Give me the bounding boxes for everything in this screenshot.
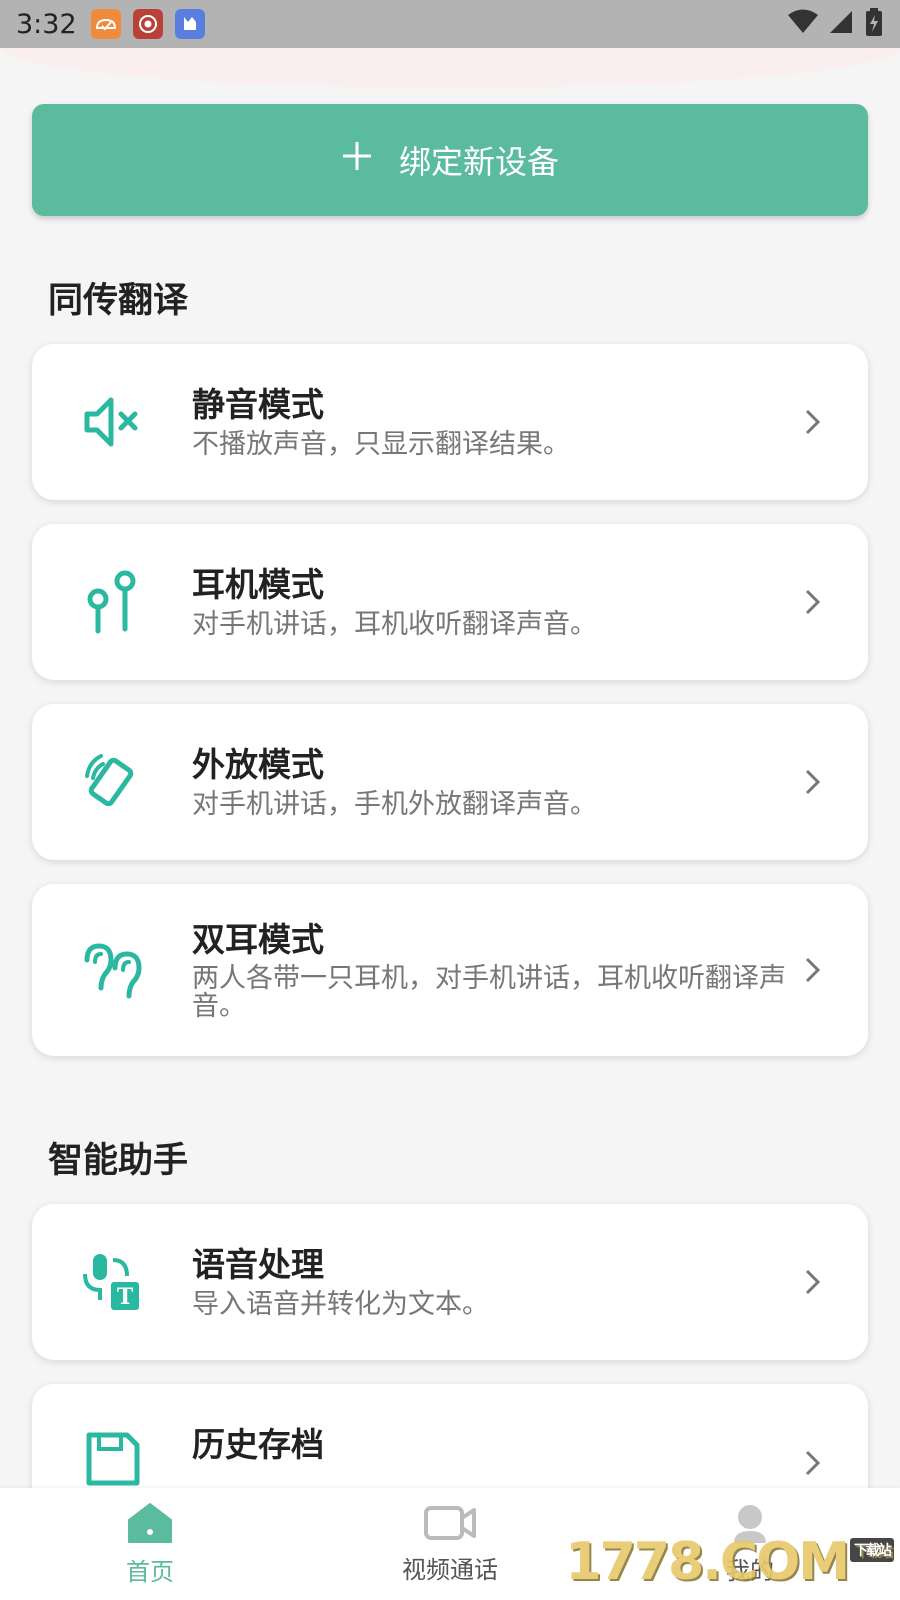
- speaker-mute-icon: [78, 387, 148, 457]
- card-title: 历史存档: [192, 1425, 324, 1464]
- chevron-right-icon: [805, 589, 821, 615]
- wifi-icon: [788, 9, 818, 39]
- nav-home-label: 首页: [126, 1557, 174, 1586]
- section-title-smart-assistant: 智能助手: [48, 1141, 189, 1181]
- notif-app-2-icon: [132, 9, 163, 39]
- card-description: 两人各带一只耳机，对手机讲话，耳机收听翻译声音。: [192, 963, 786, 1022]
- mic-to-text-icon: T: [78, 1247, 148, 1317]
- card-title: 双耳模式: [192, 920, 324, 959]
- notif-app-1-icon: [90, 9, 121, 39]
- section-title-simultaneous-translation: 同传翻译: [48, 281, 189, 321]
- card-speaker-mode[interactable]: 外放模式 对手机讲话，手机外放翻译声音。: [32, 704, 868, 860]
- chevron-right-icon: [805, 1269, 821, 1295]
- watermark-text: 1778.COM: [565, 1532, 850, 1592]
- nav-home[interactable]: 首页: [0, 1488, 300, 1600]
- chevron-right-icon: [805, 409, 821, 435]
- chevron-right-icon: [805, 1450, 821, 1476]
- watermark-badge: 下载站: [850, 1538, 894, 1562]
- card-description: 导入语音并转化为文本。: [192, 1289, 489, 1320]
- card-description: 对手机讲话，手机外放翻译声音。: [192, 789, 597, 820]
- status-bar: 3:32: [0, 0, 900, 48]
- card-dual-ear-mode[interactable]: 双耳模式 两人各带一只耳机，对手机讲话，耳机收听翻译声音。: [32, 884, 868, 1056]
- notif-app-3-icon: [174, 9, 205, 39]
- chevron-right-icon: [805, 957, 821, 983]
- earphones-icon: [78, 567, 148, 637]
- video-call-icon: [424, 1504, 476, 1546]
- card-earphone-mode[interactable]: 耳机模式 对手机讲话，耳机收听翻译声音。: [32, 524, 868, 680]
- nav-video-call[interactable]: 视频通话: [300, 1488, 600, 1600]
- phone-vibrate-icon: [78, 747, 148, 817]
- ears-icon: [78, 935, 148, 1005]
- card-description: 不播放声音，只显示翻译结果。: [192, 429, 570, 460]
- card-description: 对手机讲话，耳机收听翻译声音。: [192, 609, 597, 640]
- card-mute-mode[interactable]: 静音模式 不播放声音，只显示翻译结果。: [32, 344, 868, 500]
- card-voice-processing[interactable]: T 语音处理 导入语音并转化为文本。: [32, 1204, 868, 1360]
- header-backdrop: [0, 48, 900, 88]
- svg-text:T: T: [117, 1284, 134, 1310]
- card-title: 耳机模式: [192, 565, 324, 604]
- card-title: 语音处理: [192, 1245, 324, 1284]
- nav-video-call-label: 视频通话: [402, 1555, 498, 1584]
- status-time: 3:32: [16, 8, 77, 40]
- site-watermark: 1778.COM 下载站: [565, 1532, 894, 1592]
- card-title: 静音模式: [192, 385, 324, 424]
- plus-icon: [341, 140, 373, 180]
- signal-icon: [828, 9, 854, 39]
- bind-new-device-button[interactable]: 绑定新设备: [32, 104, 868, 216]
- save-icon: [78, 1424, 148, 1494]
- card-title: 外放模式: [192, 745, 324, 784]
- chevron-right-icon: [805, 769, 821, 795]
- bind-new-device-label: 绑定新设备: [398, 143, 559, 181]
- home-icon: [127, 1502, 173, 1548]
- battery-charging-icon: [864, 8, 884, 40]
